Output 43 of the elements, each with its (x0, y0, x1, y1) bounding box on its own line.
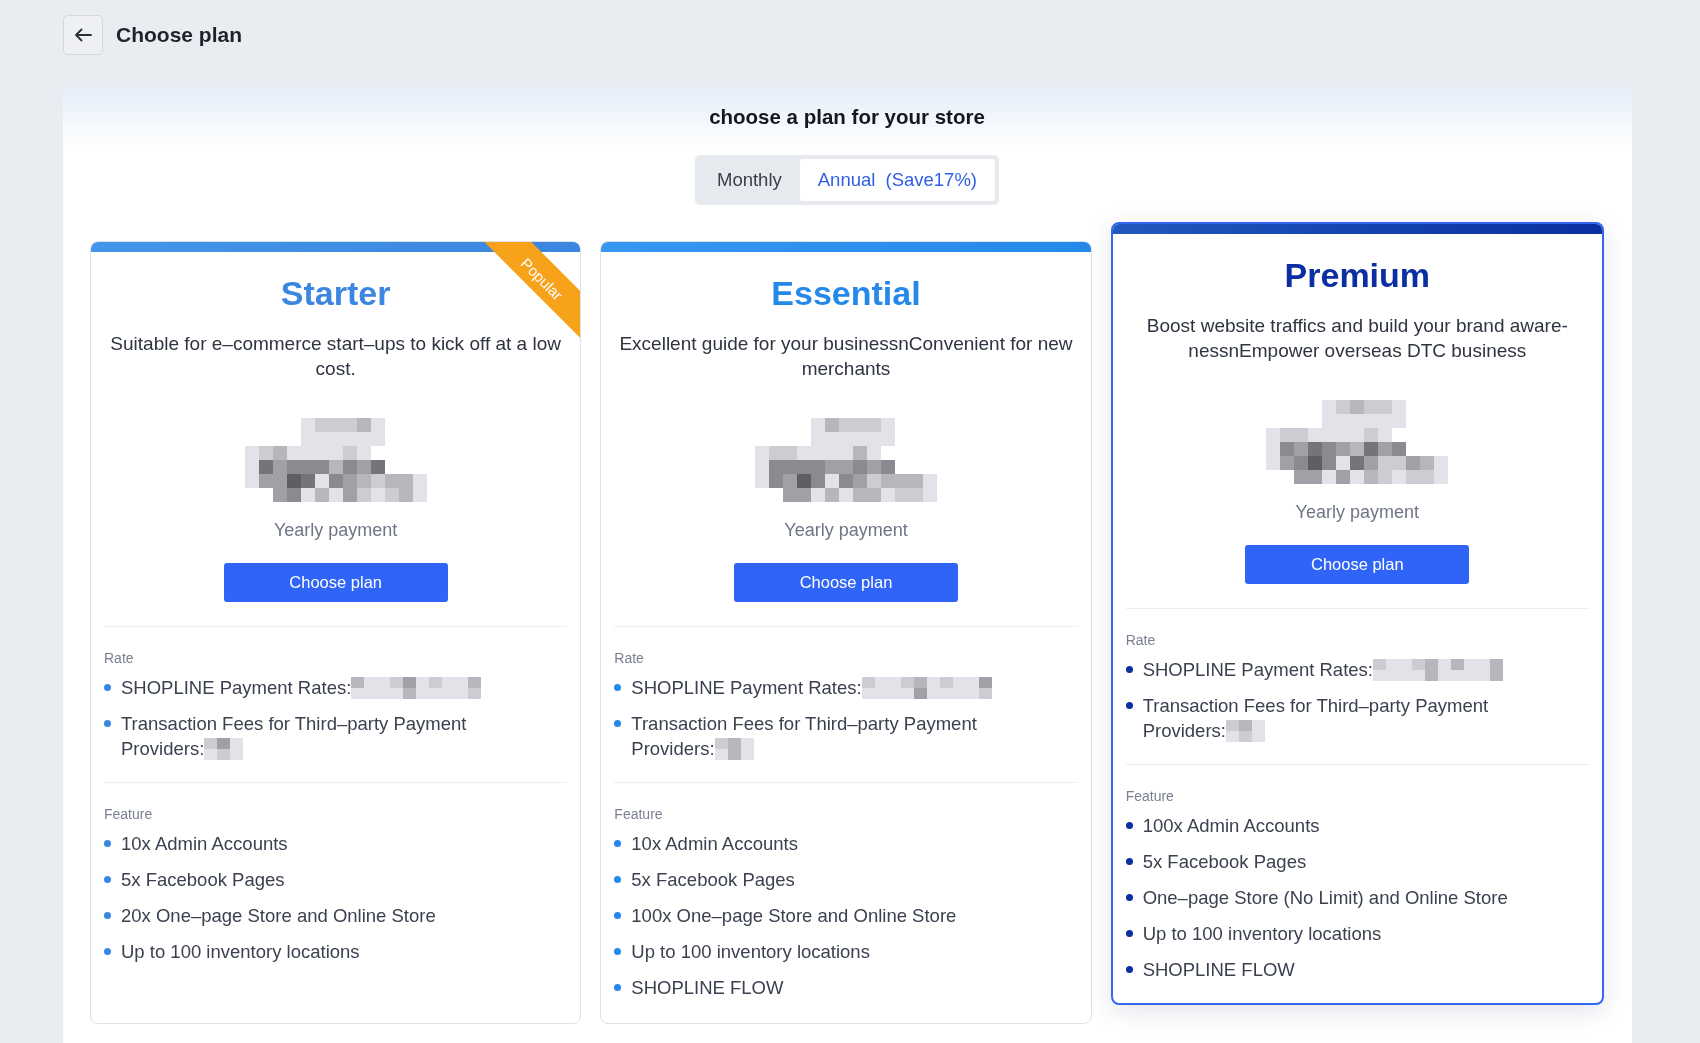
section-label: Rate (1125, 632, 1156, 648)
plan-description: Excellent guide for your businessnConvenient for new merchants (618, 332, 1074, 381)
feature-text: Up to 100 inventory locations (1142, 923, 1382, 944)
page-title: Choose plan (116, 22, 242, 48)
left-arrow-icon (74, 28, 92, 42)
choose-plan-button[interactable]: Choose plan (734, 563, 958, 602)
feature-text: 20x One–page Store and Online Store (121, 905, 436, 926)
rate-text: SHOPLINE Payment Rates: (631, 677, 862, 698)
rate-text: Transaction Fees for Third–party Payment Providers: (1142, 695, 1489, 741)
plan-name: Essential (771, 273, 921, 314)
rate-text: SHOPLINE Payment Rates: (121, 677, 352, 698)
rate-text: SHOPLINE Payment Rates: (1142, 659, 1373, 680)
feature-text: 100x Admin Accounts (1142, 815, 1320, 836)
billing-tab[interactable]: Monthly (698, 159, 800, 201)
feature-text: SHOPLINE FLOW (631, 977, 784, 998)
feature-text: SHOPLINE FLOW (1142, 959, 1295, 980)
feature-text: 10x Admin Accounts (631, 833, 798, 854)
section-label: Feature (1125, 788, 1174, 804)
rate-text: Transaction Fees for Third–party Payment Providers: (121, 713, 467, 759)
choose-plan-button[interactable]: Choose plan (223, 563, 448, 602)
feature-text: 10x Admin Accounts (121, 833, 288, 854)
billing-tab[interactable]: Annual (Save17%) (799, 159, 995, 201)
section-heading: choose a plan for your store (709, 104, 985, 130)
billing-period-text: Yearly payment (784, 519, 908, 541)
feature-text: 5x Facebook Pages (1142, 851, 1307, 872)
section-label: Feature (104, 806, 153, 822)
section-label: Rate (104, 650, 134, 666)
back-button[interactable] (63, 15, 103, 55)
feature-text: 5x Facebook Pages (631, 869, 795, 890)
feature-text: One–page Store (No Limit) and Online Store (1142, 887, 1508, 908)
section-label: Rate (614, 650, 644, 666)
feature-text: 5x Facebook Pages (121, 869, 285, 890)
choose-plan-button[interactable]: Choose plan (1245, 545, 1470, 584)
feature-text: 100x One–page Store and Online Store (631, 905, 957, 926)
plan-description: Boost website traffics and build your brand aware-nessnEmpower overseas DTC business (1145, 314, 1569, 363)
billing-period-text: Yearly payment (273, 519, 398, 541)
rate-text: Transaction Fees for Third–party Payment Providers: (631, 713, 977, 759)
plan-name: Premium (1284, 255, 1431, 296)
feature-text: Up to 100 inventory locations (631, 941, 870, 962)
section-label: Feature (614, 806, 663, 822)
plan-name: Starter (280, 273, 391, 314)
billing-period-text: Yearly payment (1295, 501, 1420, 523)
feature-text: Up to 100 inventory locations (121, 941, 360, 962)
